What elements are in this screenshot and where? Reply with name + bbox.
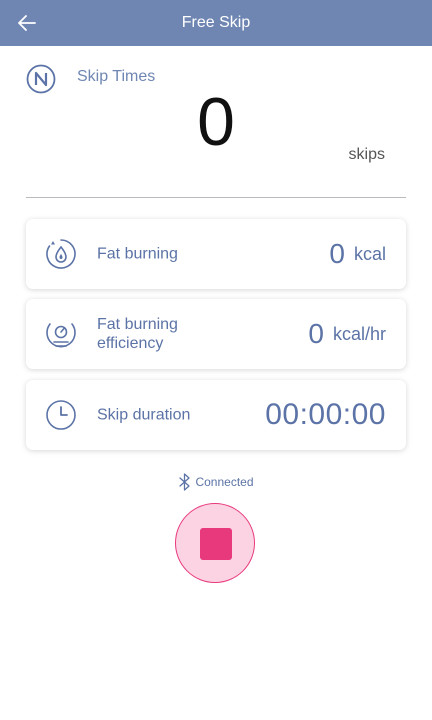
stop-icon: [200, 528, 232, 560]
skip-duration-card: Skip duration 00:00:00: [26, 380, 406, 450]
skip-duration-label: Skip duration: [97, 406, 191, 424]
fat-burning-unit: kcal: [353, 243, 386, 264]
fat-burning-efficiency-card: Fat burning efficiency 0 kcal/hr: [26, 299, 406, 369]
connection-status-text: Connected: [195, 475, 254, 489]
fat-burning-efficiency-number: 0: [308, 318, 324, 349]
fat-burning-efficiency-unit: kcal/hr: [332, 323, 386, 344]
stop-button[interactable]: [175, 503, 255, 583]
flame-drop-icon: [46, 239, 76, 269]
fat-burning-efficiency-value: 0 kcal/hr: [308, 318, 386, 350]
fat-burning-value: 0 kcal: [329, 238, 386, 270]
skip-count-unit: skips: [348, 146, 385, 163]
fat-burning-card: Fat burning 0 kcal: [26, 219, 406, 289]
skip-counter: Skip Times 0 skips: [0, 46, 432, 198]
skip-duration-timer: 00:00:00: [265, 398, 386, 431]
app-header: Free Skip: [0, 0, 432, 46]
page-title: Free Skip: [181, 14, 251, 31]
divider: [26, 197, 406, 198]
scale-gauge-icon: [46, 323, 76, 348]
fat-burning-label: Fat burning: [97, 245, 178, 263]
bluetooth-icon: [179, 473, 191, 491]
clock-icon: [46, 400, 76, 430]
fat-burning-efficiency-label: Fat burning efficiency: [97, 316, 178, 352]
fat-burning-number: 0: [329, 238, 345, 269]
skip-duration-value: 00:00:00: [265, 398, 386, 432]
connection-status: Connected: [0, 472, 432, 492]
